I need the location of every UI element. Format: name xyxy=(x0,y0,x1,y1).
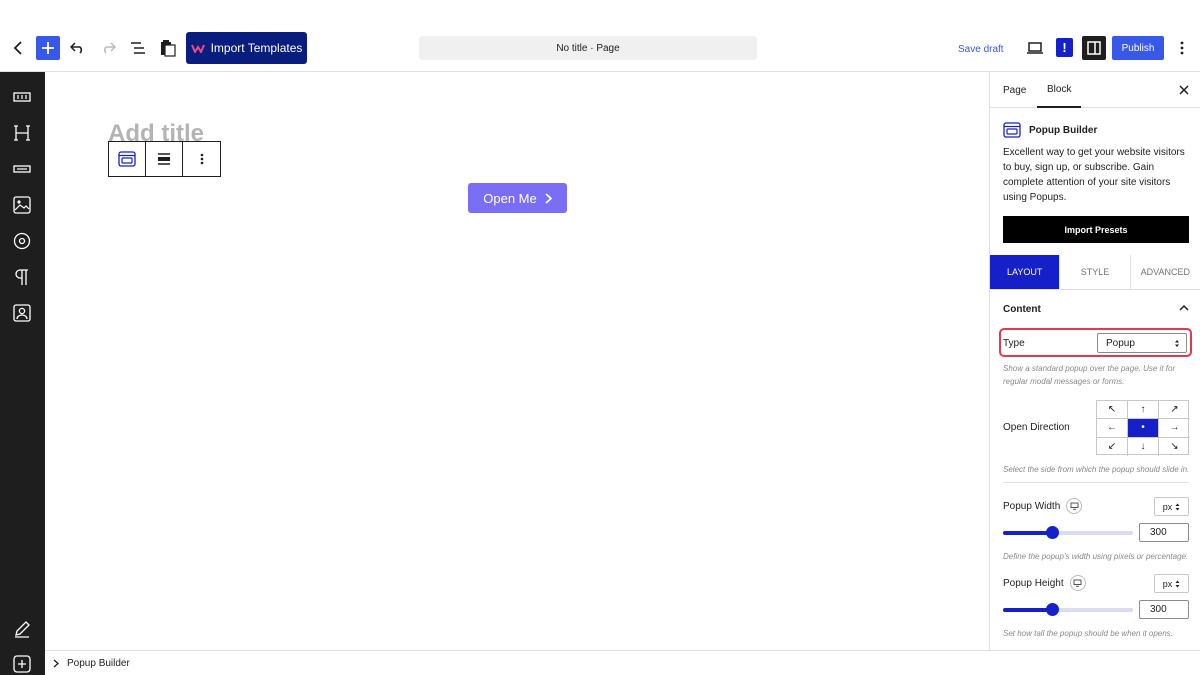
redo-icon[interactable] xyxy=(96,36,120,60)
direction-center[interactable]: • xyxy=(1128,419,1159,438)
direction-top-left[interactable]: ↖ xyxy=(1097,401,1128,420)
settings-sidebar-icon[interactable] xyxy=(1082,36,1106,60)
slider-fill xyxy=(1003,531,1053,535)
type-select-value: Popup xyxy=(1106,337,1135,349)
add-icon[interactable] xyxy=(11,653,33,675)
top-toolbar: Import Templates No title · Page Save dr… xyxy=(0,0,1200,72)
document-overview-icon[interactable] xyxy=(126,36,150,60)
import-templates-label: Import Templates xyxy=(210,41,303,55)
open-direction-label: Open Direction xyxy=(1003,422,1070,433)
popup-height-label-group: Popup Height xyxy=(1003,575,1086,591)
responsive-monitor-icon[interactable] xyxy=(1069,575,1086,591)
tab-advanced[interactable]: ADVANCED xyxy=(1131,255,1200,289)
open-direction-grid: ↖ ↑ ↗ ← • → ↙ ↓ ↘ xyxy=(1096,400,1190,456)
notice-button[interactable]: ! xyxy=(1056,38,1073,57)
direction-bottom-left[interactable]: ↙ xyxy=(1097,437,1128,456)
responsive-monitor-icon[interactable] xyxy=(1066,498,1083,514)
save-draft-button[interactable]: Save draft xyxy=(958,40,1004,58)
block-inserter-sidebar xyxy=(0,72,45,675)
tab-style[interactable]: STYLE xyxy=(1060,255,1131,289)
undo-icon[interactable] xyxy=(66,36,90,60)
edit-icon[interactable] xyxy=(11,618,33,640)
profile-block-icon[interactable] xyxy=(11,302,33,324)
direction-bottom-right[interactable]: ↘ xyxy=(1159,438,1190,456)
align-icon[interactable] xyxy=(146,142,183,176)
popup-height-help-text: Set how tall the popup should be when it… xyxy=(1003,629,1173,638)
target-block-icon[interactable] xyxy=(11,230,33,252)
block-name: Popup Builder xyxy=(1029,124,1098,136)
width-unit-select[interactable]: px xyxy=(1154,497,1189,516)
direction-left[interactable]: ← xyxy=(1097,419,1128,438)
button-block-icon[interactable] xyxy=(11,158,33,180)
slider-thumb[interactable] xyxy=(1046,526,1060,539)
open-me-label: Open Me xyxy=(483,190,537,206)
height-unit-value: px xyxy=(1162,578,1173,589)
settings-sidebar: Page Block Popup Builder Excellent way t… xyxy=(989,72,1200,650)
heading-block-icon[interactable] xyxy=(11,122,33,144)
width-unit-value: px xyxy=(1162,501,1173,512)
popup-width-help-text: Define the popup's width using pixels or… xyxy=(1003,552,1189,561)
tab-page[interactable]: Page xyxy=(1003,72,1026,108)
chevron-right-icon xyxy=(53,659,59,667)
type-select[interactable]: Popup xyxy=(1097,333,1187,353)
type-help-text: Show a standard popup over the page. Use… xyxy=(1003,364,1176,386)
content-heading: Content xyxy=(1003,304,1041,315)
slider-fill xyxy=(1003,608,1053,612)
section-tabs: LAYOUT STYLE ADVANCED xyxy=(990,255,1200,290)
direction-top[interactable]: ↑ xyxy=(1128,401,1159,420)
templates-logo-icon xyxy=(190,44,205,53)
block-breadcrumb-bar: Popup Builder xyxy=(45,650,1200,675)
block-card-header: Popup Builder xyxy=(1003,122,1097,138)
preview-icon[interactable] xyxy=(1024,36,1046,60)
open-me-button[interactable]: Open Me xyxy=(468,183,567,213)
sidebar-tabs: Page Block xyxy=(990,72,1200,108)
type-label: Type xyxy=(1003,338,1025,349)
block-options-icon[interactable] xyxy=(183,142,220,176)
direction-top-right[interactable]: ↗ xyxy=(1159,401,1190,420)
image-block-icon[interactable] xyxy=(11,194,33,216)
breadcrumb-item[interactable]: Popup Builder xyxy=(67,658,130,669)
type-control: Type Popup xyxy=(999,328,1192,357)
content-section-header[interactable]: Content xyxy=(1003,304,1189,315)
slider-thumb[interactable] xyxy=(1046,603,1060,616)
editor-canvas[interactable]: Add title Open Me xyxy=(45,72,989,650)
import-presets-button[interactable]: Import Presets xyxy=(1003,216,1189,243)
document-title: No title · Page xyxy=(556,42,620,54)
back-icon[interactable] xyxy=(8,36,28,60)
direction-bottom[interactable]: ↓ xyxy=(1128,437,1159,456)
section-divider xyxy=(1003,482,1189,483)
tab-layout[interactable]: LAYOUT xyxy=(990,255,1061,289)
popup-width-label-group: Popup Width xyxy=(1003,498,1083,514)
chevron-right-icon xyxy=(545,192,552,204)
direction-right[interactable]: → xyxy=(1159,419,1190,438)
slider-block-icon[interactable] xyxy=(11,86,33,108)
add-block-button[interactable] xyxy=(36,36,60,60)
popup-width-label: Popup Width xyxy=(1003,500,1061,512)
select-arrows-icon xyxy=(1175,580,1180,587)
popup-block-icon xyxy=(1003,122,1021,138)
paragraph-block-icon[interactable] xyxy=(11,266,33,288)
popup-height-label: Popup Height xyxy=(1003,577,1064,589)
popup-width-input[interactable]: 300 xyxy=(1139,523,1189,542)
more-options-icon[interactable] xyxy=(1174,36,1190,60)
popup-block-icon[interactable] xyxy=(109,142,146,176)
select-arrows-icon xyxy=(1175,339,1179,347)
popup-height-input[interactable]: 300 xyxy=(1139,600,1189,619)
height-unit-select[interactable]: px xyxy=(1154,574,1189,593)
chevron-up-icon xyxy=(1179,304,1189,311)
clipboard-icon[interactable] xyxy=(156,36,180,60)
close-icon[interactable] xyxy=(1179,82,1189,98)
block-toolbar xyxy=(108,141,221,177)
popup-height-slider[interactable] xyxy=(1003,603,1133,616)
publish-button[interactable]: Publish xyxy=(1112,36,1164,60)
tab-block[interactable]: Block xyxy=(1037,72,1082,108)
open-direction-help-text: Select the side from which the popup sho… xyxy=(1003,465,1190,474)
import-templates-button[interactable]: Import Templates xyxy=(186,32,307,64)
popup-width-slider[interactable] xyxy=(1003,526,1133,539)
document-title-bar[interactable]: No title · Page xyxy=(419,36,757,60)
select-arrows-icon xyxy=(1175,503,1180,510)
block-description: Excellent way to get your website visito… xyxy=(1003,147,1185,203)
